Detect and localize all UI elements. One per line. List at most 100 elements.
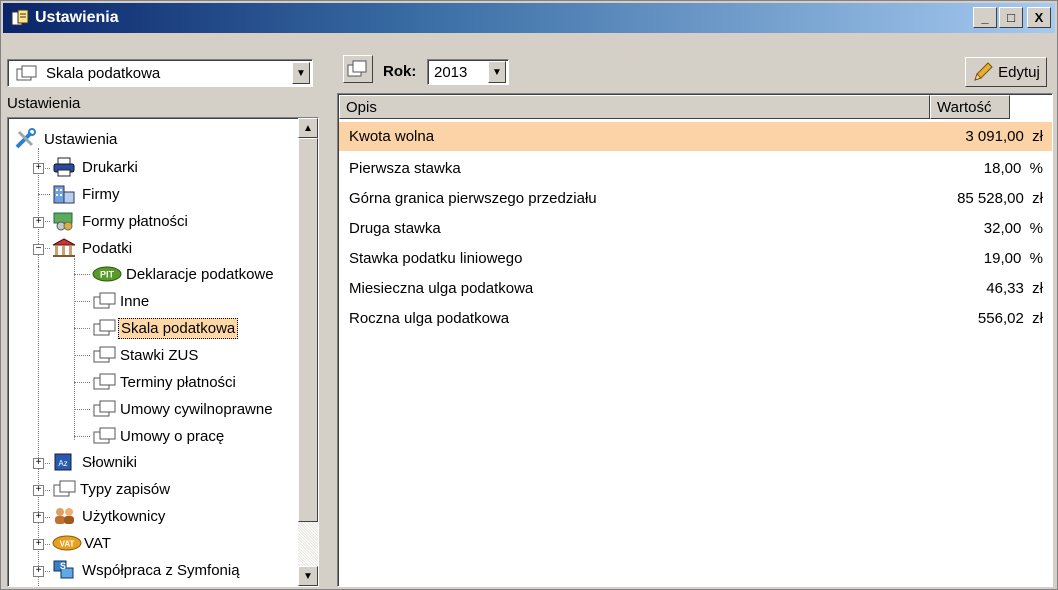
- document-icon: [53, 480, 76, 497]
- arrow-up-icon: ▲: [303, 122, 313, 134]
- tree-item-label: Terminy płatności: [120, 373, 236, 391]
- collapse-toggle[interactable]: −: [33, 244, 44, 255]
- view-button[interactable]: [343, 55, 373, 83]
- tree-item-umowy-cywilnoprawne[interactable]: Umowy cywilnoprawne: [92, 396, 275, 422]
- sync-icon: S: [53, 560, 74, 579]
- expand-toggle[interactable]: +: [33, 458, 44, 469]
- edit-button[interactable]: Edytuj: [965, 57, 1047, 87]
- details-toolbar: Rok: 2013 ▼ Edytuj: [337, 53, 1053, 89]
- close-icon: X: [1034, 10, 1044, 25]
- tree-label: Ustawienia: [7, 95, 81, 112]
- vat-badge-text: VAT: [60, 540, 75, 549]
- tree-item-label: Formy płatności: [82, 212, 188, 230]
- chevron-down-icon: ▼: [492, 66, 502, 78]
- table-row[interactable]: Kwota wolna 3 091,00 zł: [339, 122, 1052, 151]
- year-select-value: 2013: [434, 63, 468, 81]
- tree-item-slowniki[interactable]: Az Słowniki: [52, 449, 139, 475]
- document-icon: [93, 373, 116, 390]
- tree-item-deklaracje-podatkowe[interactable]: PIT Deklaracje podatkowe: [92, 261, 276, 287]
- expand-toggle[interactable]: +: [33, 217, 44, 228]
- document-icon: [93, 400, 116, 417]
- panel-splitter[interactable]: [325, 39, 331, 589]
- window-title: Ustawienia: [35, 9, 119, 26]
- category-select[interactable]: Skala podatkowa ▼: [7, 59, 313, 87]
- vat-badge-icon: VAT: [52, 535, 82, 551]
- arrow-down-icon: ▼: [303, 570, 313, 582]
- tree-item-uzytkownicy[interactable]: Użytkownicy: [52, 503, 167, 529]
- document-icon: [93, 292, 116, 309]
- tree-item-label: VAT: [84, 534, 111, 552]
- row-value: 46,33 zł: [986, 280, 1043, 297]
- table-row[interactable]: Stawka podatku liniowego 19,00 %: [339, 244, 1052, 273]
- table-header: Opis Wartość: [339, 95, 1052, 119]
- year-label: Rok:: [383, 63, 417, 80]
- column-header-wartosc[interactable]: Wartość: [930, 95, 1010, 119]
- tree-item-umowy-o-prace[interactable]: Umowy o pracę: [92, 423, 226, 449]
- year-select[interactable]: 2013 ▼: [427, 59, 509, 85]
- category-dropdown-button[interactable]: ▼: [292, 62, 310, 84]
- tree-item-label: Słowniki: [82, 453, 138, 471]
- tree-item-firmy[interactable]: Firmy: [52, 181, 122, 207]
- column-header-label: Opis: [346, 98, 377, 116]
- row-opis: Miesieczna ulga podatkowa: [349, 280, 534, 297]
- year-dropdown-button[interactable]: ▼: [488, 61, 506, 83]
- expand-toggle[interactable]: +: [33, 566, 44, 577]
- row-opis: Kwota wolna: [349, 128, 435, 145]
- minimize-button[interactable]: _: [973, 7, 997, 28]
- tree-item-skala-podatkowa[interactable]: Skala podatkowa: [92, 315, 239, 341]
- tree-item-terminy-platnosci[interactable]: Terminy płatności: [92, 369, 238, 395]
- minimize-icon: _: [981, 10, 989, 25]
- table-row[interactable]: Miesieczna ulga podatkowa 46,33 zł: [339, 274, 1052, 303]
- table-row[interactable]: Górna granica pierwszego przedziału 85 5…: [339, 184, 1052, 213]
- scroll-thumb[interactable]: [298, 138, 318, 522]
- tree-item-podatki[interactable]: Podatki: [52, 235, 134, 261]
- table-row[interactable]: Druga stawka 32,00 %: [339, 214, 1052, 243]
- pit-badge-text: PIT: [100, 270, 115, 280]
- scroll-down-button[interactable]: ▼: [298, 566, 318, 586]
- tree-item-label: Firmy: [82, 185, 120, 203]
- tree-item-typy-zapisow[interactable]: Typy zapisów: [52, 476, 172, 502]
- document-icon: [93, 346, 116, 363]
- tree-item-formy-platnosci[interactable]: Formy płatności: [52, 208, 190, 234]
- money-icon: [53, 212, 73, 231]
- tree-item-inne[interactable]: Inne: [92, 288, 151, 314]
- tree-item-drukarki[interactable]: Drukarki: [52, 154, 140, 180]
- tree-item-label: Umowy cywilnoprawne: [120, 400, 273, 418]
- tree-item-stawki-zus[interactable]: Stawki ZUS: [92, 342, 200, 368]
- dictionary-icon: Az: [54, 453, 72, 471]
- document-icon: [347, 60, 367, 77]
- maximize-button[interactable]: □: [999, 7, 1023, 28]
- users-icon: [55, 508, 74, 524]
- table-row[interactable]: Roczna ulga podatkowa 556,02 zł: [339, 304, 1052, 333]
- row-opis: Stawka podatku liniowego: [349, 250, 523, 267]
- pit-badge-icon: PIT: [92, 266, 122, 282]
- row-opis: Roczna ulga podatkowa: [349, 310, 510, 327]
- pencil-icon: [974, 62, 993, 81]
- column-header-opis[interactable]: Opis: [339, 95, 930, 119]
- scroll-up-button[interactable]: ▲: [298, 118, 318, 138]
- settings-app-icon: [11, 9, 29, 26]
- edit-button-label: Edytuj: [998, 63, 1040, 81]
- printer-icon: [53, 157, 75, 177]
- expand-toggle[interactable]: +: [33, 163, 44, 174]
- tree-scrollbar[interactable]: ▲ ▼: [298, 118, 318, 586]
- tree-item-label: Deklaracje podatkowe: [126, 265, 274, 283]
- chevron-down-icon: ▼: [296, 67, 306, 79]
- tree-item-label: Współpraca z Symfonią: [82, 561, 240, 579]
- expand-toggle[interactable]: +: [33, 539, 44, 550]
- tree-item-label: Umowy o pracę: [120, 427, 225, 445]
- close-button[interactable]: X: [1027, 7, 1051, 28]
- row-opis: Druga stawka: [349, 220, 441, 237]
- settings-tree: Ustawienia + Drukarki Firmy + Formy płat…: [7, 117, 319, 587]
- tree-item-ustawienia[interactable]: Ustawienia: [14, 126, 119, 152]
- table-row[interactable]: Pierwsza stawka 18,00 %: [339, 154, 1052, 183]
- row-opis: Pierwsza stawka: [349, 160, 461, 177]
- tree-item-wspolpraca-z-symfonia[interactable]: S Współpraca z Symfonią: [52, 557, 242, 583]
- expand-toggle[interactable]: +: [33, 512, 44, 523]
- document-icon: [16, 65, 37, 81]
- row-value: 556,02 zł: [977, 310, 1043, 327]
- document-icon: [93, 427, 116, 444]
- tree-item-vat[interactable]: VAT VAT: [52, 530, 113, 556]
- expand-toggle[interactable]: +: [33, 485, 44, 496]
- maximize-icon: □: [1007, 10, 1015, 25]
